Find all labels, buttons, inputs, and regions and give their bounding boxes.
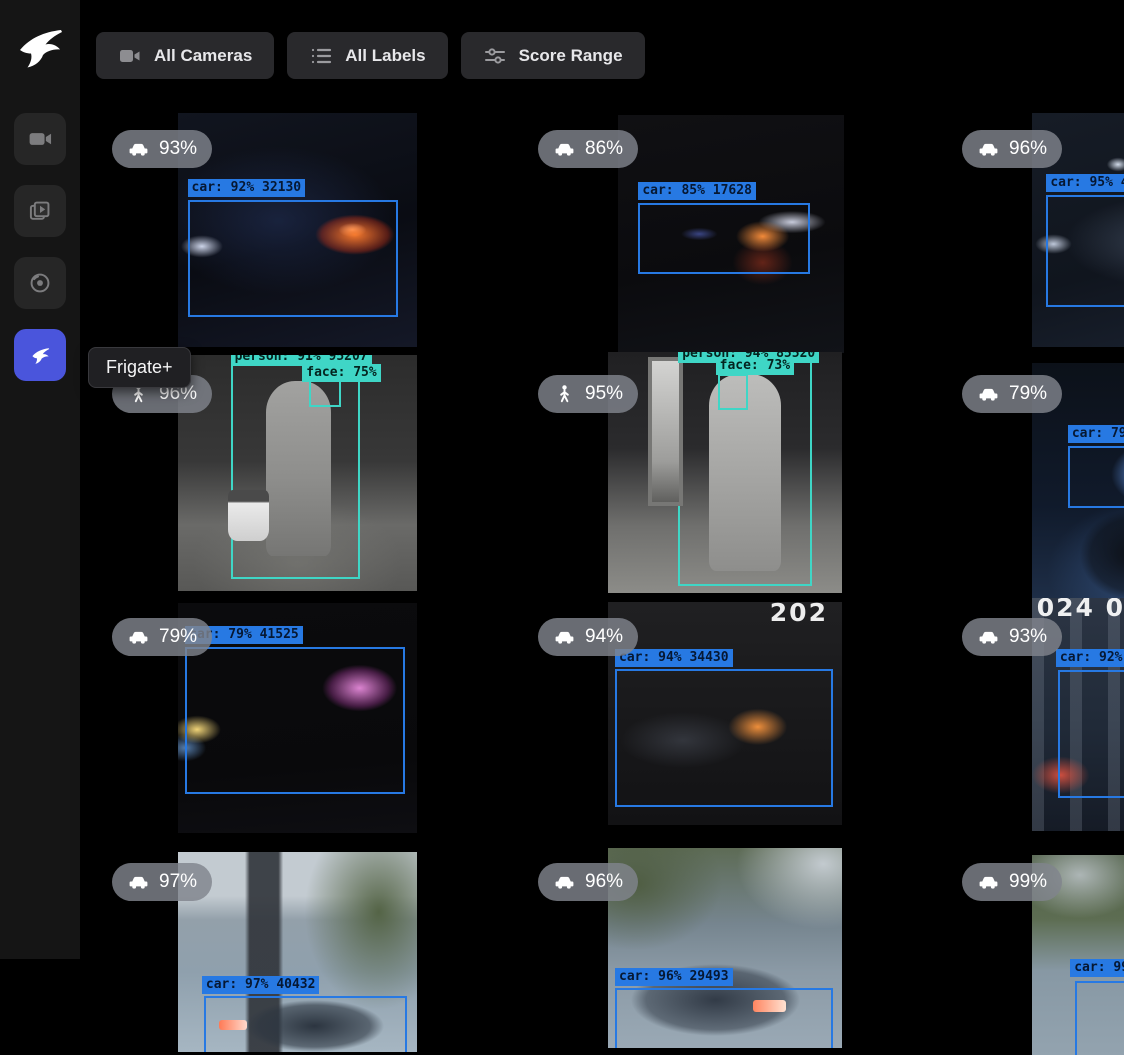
- camera-icon: [27, 126, 53, 152]
- score-badge: 95%: [538, 375, 638, 413]
- snapshot-cell[interactable]: 024 05 J car: 92% 4216 93%: [946, 598, 1124, 838]
- snapshot-image[interactable]: car: 79% 41525: [178, 603, 417, 833]
- score-value: 79%: [1009, 383, 1047, 405]
- snapshot-cell[interactable]: car: 79% 41525 79%: [96, 598, 514, 838]
- bounding-box: [1068, 446, 1124, 508]
- detection-label: car: 95% 45260: [1046, 174, 1124, 192]
- snapshot-image[interactable]: car: 96% 29493: [608, 848, 842, 1048]
- sidebar-item-live[interactable]: [14, 113, 66, 165]
- detection-label: car: 94% 34430: [615, 649, 733, 667]
- bounding-box: [615, 988, 833, 1048]
- score-value: 86%: [585, 138, 623, 160]
- score-badge: 93%: [962, 618, 1062, 656]
- bounding-box: [204, 996, 407, 1052]
- sidebar: [0, 0, 80, 959]
- score-value: 99%: [1009, 871, 1047, 893]
- score-value: 93%: [159, 138, 197, 160]
- snapshot-cell[interactable]: car: 97% 40432 97%: [96, 845, 514, 959]
- detection-label: car: 96% 29493: [615, 968, 733, 986]
- snapshot-cell[interactable]: car: 85% 17628 86%: [522, 105, 940, 351]
- all-cameras-label: All Cameras: [154, 46, 252, 66]
- bounding-box: [1046, 195, 1124, 307]
- snapshot-cell[interactable]: 202 car: 94% 34430 94%: [522, 598, 940, 838]
- detection-label: car: 92% 32130: [188, 179, 306, 197]
- score-value: 96%: [1009, 138, 1047, 160]
- car-icon: [553, 138, 576, 161]
- car-icon: [127, 871, 150, 894]
- detection-label: car: 85% 17628: [638, 182, 756, 200]
- snapshot-cell[interactable]: person: 94% 85520 face: 73% 95%: [522, 351, 940, 597]
- face-bounding-box: [718, 374, 748, 410]
- score-value: 95%: [585, 383, 623, 405]
- snapshot-cell[interactable]: car: 96% 29493 96%: [522, 845, 940, 959]
- score-badge: 93%: [112, 130, 212, 168]
- sidebar-item-review[interactable]: [14, 185, 66, 237]
- score-value: 96%: [585, 871, 623, 893]
- car-icon: [127, 138, 150, 161]
- face-label: face: 75%: [302, 364, 380, 382]
- timestamp-fragment: 202: [770, 602, 828, 627]
- disc-icon: [27, 270, 53, 296]
- detection-label: car: 92% 4216: [1056, 649, 1124, 667]
- all-labels-label: All Labels: [345, 46, 425, 66]
- bounding-box: [188, 200, 398, 317]
- snapshot-image[interactable]: car: 97% 40432: [178, 852, 417, 1052]
- score-badge: 96%: [962, 130, 1062, 168]
- face-label: face: 73%: [716, 357, 794, 375]
- filter-toolbar: All Cameras All Labels Score Range: [96, 32, 645, 79]
- score-badge: 97%: [112, 863, 212, 901]
- score-value: 94%: [585, 626, 623, 648]
- frigate-logo: [16, 22, 64, 70]
- bounding-box: [1058, 670, 1124, 798]
- score-badge: 79%: [112, 618, 212, 656]
- all-labels-button[interactable]: All Labels: [287, 32, 447, 79]
- detection-label: car: 99% 25: [1070, 959, 1124, 977]
- score-badge: 94%: [538, 618, 638, 656]
- bounding-box: [615, 669, 833, 807]
- all-cameras-button[interactable]: All Cameras: [96, 32, 274, 79]
- car-icon: [127, 626, 150, 649]
- snapshot-cell[interactable]: car: 92% 32130 93%: [96, 105, 514, 351]
- car-icon: [977, 383, 1000, 406]
- bounding-box: [1075, 981, 1124, 1055]
- score-value: 79%: [159, 626, 197, 648]
- sidebar-item-frigate-plus[interactable]: [14, 329, 66, 381]
- sidebar-item-export[interactable]: [14, 257, 66, 309]
- detection-label: car: 97% 40432: [202, 976, 320, 994]
- sliders-icon: [483, 44, 507, 68]
- score-range-button[interactable]: Score Range: [461, 32, 645, 79]
- score-badge: 96%: [538, 863, 638, 901]
- snapshot-image[interactable]: car: 85% 17628: [618, 115, 844, 353]
- snapshot-image[interactable]: person: 91% 95207 face: 75%: [178, 355, 417, 591]
- snapshot-image[interactable]: car: 92% 32130: [178, 113, 417, 347]
- car-icon: [977, 138, 1000, 161]
- snapshot-cell[interactable]: car: 95% 45260 96%: [946, 105, 1124, 351]
- score-value: 97%: [159, 871, 197, 893]
- car-icon: [553, 871, 576, 894]
- review-icon: [27, 198, 53, 224]
- score-badge: 79%: [962, 375, 1062, 413]
- car-icon: [977, 626, 1000, 649]
- bounding-box: [638, 203, 810, 274]
- snapshot-cell[interactable]: car: 99% 25 99%: [946, 845, 1124, 959]
- score-badge: 99%: [962, 863, 1062, 901]
- score-value: 93%: [1009, 626, 1047, 648]
- labels-filter-icon: [309, 44, 333, 68]
- car-icon: [553, 626, 576, 649]
- snapshot-image[interactable]: 202 car: 94% 34430: [608, 602, 842, 825]
- detection-label: car: 79%: [1068, 425, 1124, 443]
- frigate-bird-icon: [27, 342, 53, 368]
- score-range-label: Score Range: [519, 46, 623, 66]
- frigate-plus-tooltip: Frigate+: [88, 347, 191, 388]
- car-icon: [977, 871, 1000, 894]
- snapshot-image[interactable]: person: 94% 85520 face: 73%: [608, 352, 842, 593]
- camera-filter-icon: [118, 44, 142, 68]
- person-icon: [553, 383, 576, 406]
- bounding-box: [185, 647, 405, 794]
- snapshot-cell[interactable]: car: 79% 79%: [946, 351, 1124, 597]
- score-badge: 86%: [538, 130, 638, 168]
